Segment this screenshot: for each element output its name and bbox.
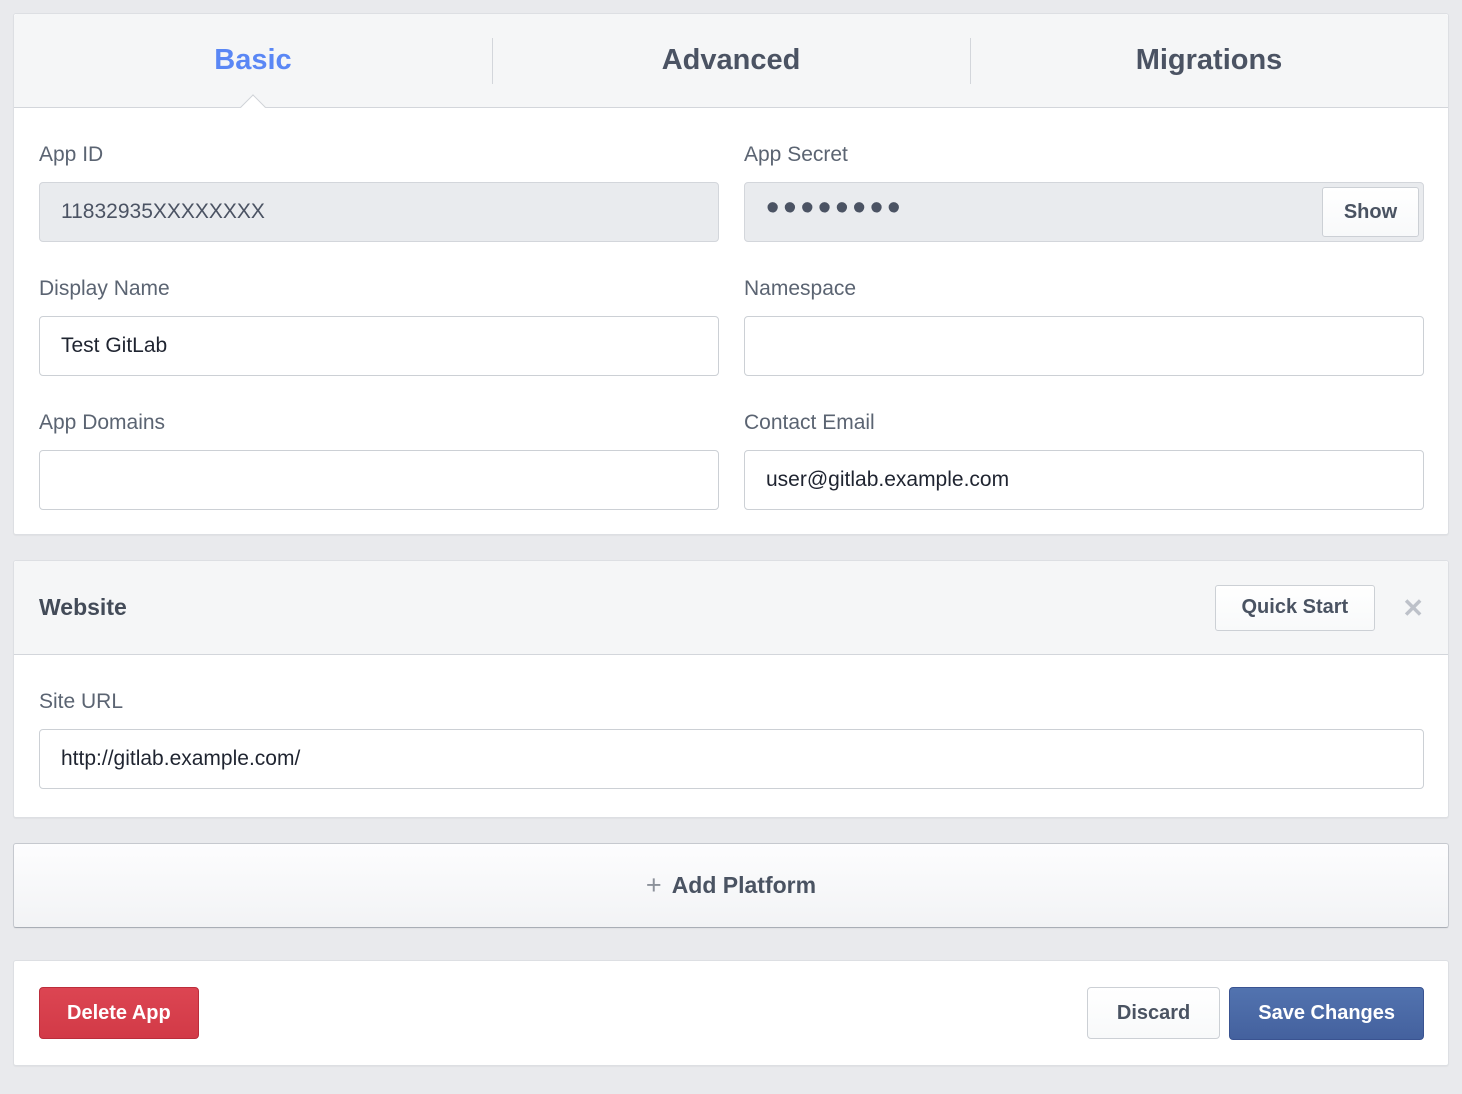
website-section-title: Website <box>39 594 1215 621</box>
app-secret-field: App Secret •••••••• Show <box>744 143 1424 242</box>
app-id-label: App ID <box>39 143 719 167</box>
plus-icon: + <box>646 870 662 901</box>
delete-app-button[interactable]: Delete App <box>39 987 199 1039</box>
app-domains-label: App Domains <box>39 411 719 435</box>
site-url-label: Site URL <box>39 690 1424 714</box>
site-url-field: Site URL <box>39 690 1424 789</box>
tab-migrations-label: Migrations <box>1136 44 1283 77</box>
tab-basic[interactable]: Basic <box>14 14 492 107</box>
display-name-field: Display Name <box>39 277 719 376</box>
site-url-input[interactable] <box>39 729 1424 789</box>
app-domains-field: App Domains <box>39 411 719 510</box>
contact-email-input[interactable] <box>744 450 1424 510</box>
close-icon[interactable]: ✕ <box>1402 595 1424 621</box>
namespace-label: Namespace <box>744 277 1424 301</box>
settings-tabbar: Basic Advanced Migrations <box>14 14 1448 108</box>
app-domains-input[interactable] <box>39 450 719 510</box>
app-id-input <box>39 182 719 242</box>
discard-button[interactable]: Discard <box>1087 987 1220 1039</box>
website-section-header: Website Quick Start ✕ <box>14 561 1448 655</box>
tab-migrations[interactable]: Migrations <box>970 14 1448 107</box>
app-id-field: App ID <box>39 143 719 242</box>
tab-advanced-label: Advanced <box>662 44 801 77</box>
website-section-body: Site URL <box>14 655 1448 817</box>
contact-email-field: Contact Email <box>744 411 1424 510</box>
namespace-field: Namespace <box>744 277 1424 376</box>
add-platform-button[interactable]: + Add Platform <box>13 843 1449 928</box>
basic-settings-form: App ID App Secret •••••••• Show Display … <box>14 108 1448 534</box>
namespace-input[interactable] <box>744 316 1424 376</box>
tab-basic-label: Basic <box>214 44 291 77</box>
show-secret-button[interactable]: Show <box>1322 187 1419 237</box>
save-changes-button[interactable]: Save Changes <box>1229 987 1424 1040</box>
add-platform-label: Add Platform <box>672 872 816 899</box>
tab-advanced[interactable]: Advanced <box>492 14 970 107</box>
display-name-input[interactable] <box>39 316 719 376</box>
action-bar: Delete App Discard Save Changes <box>13 960 1449 1066</box>
app-secret-dots: •••••••• <box>766 189 904 227</box>
contact-email-label: Contact Email <box>744 411 1424 435</box>
display-name-label: Display Name <box>39 277 719 301</box>
quick-start-button[interactable]: Quick Start <box>1215 585 1376 631</box>
app-secret-label: App Secret <box>744 143 1424 167</box>
app-secret-wrap: •••••••• Show <box>744 182 1424 242</box>
app-settings-panel: Basic Advanced Migrations App ID App Sec… <box>13 13 1449 535</box>
website-platform-panel: Website Quick Start ✕ Site URL <box>13 560 1449 818</box>
